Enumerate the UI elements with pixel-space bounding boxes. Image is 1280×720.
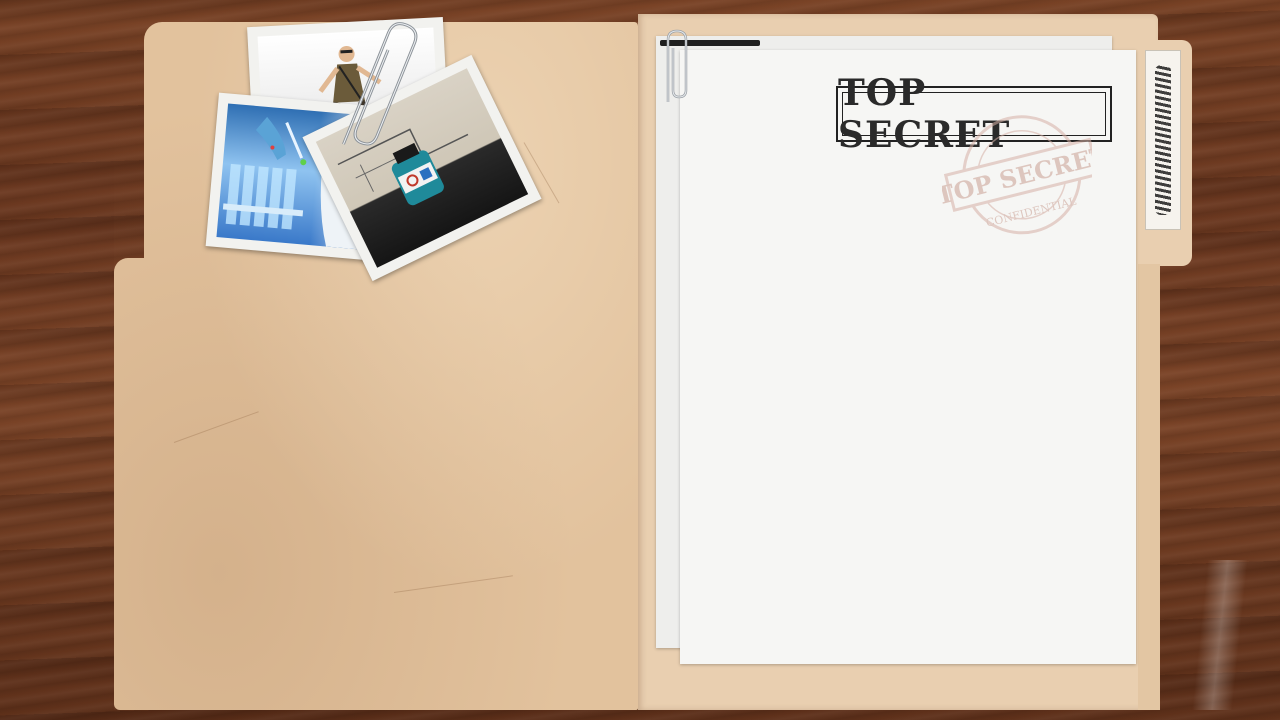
folder-tab-label	[1145, 50, 1181, 230]
top-secret-seal: TOP SECRET CONFIDENTIAL	[942, 115, 1092, 235]
redacted-tab-scribble	[1155, 65, 1171, 215]
folder-left-body	[114, 258, 638, 710]
paperclip-icon	[342, 22, 418, 146]
paperclip-icon	[666, 29, 688, 102]
folder-side-strip	[1138, 264, 1160, 710]
